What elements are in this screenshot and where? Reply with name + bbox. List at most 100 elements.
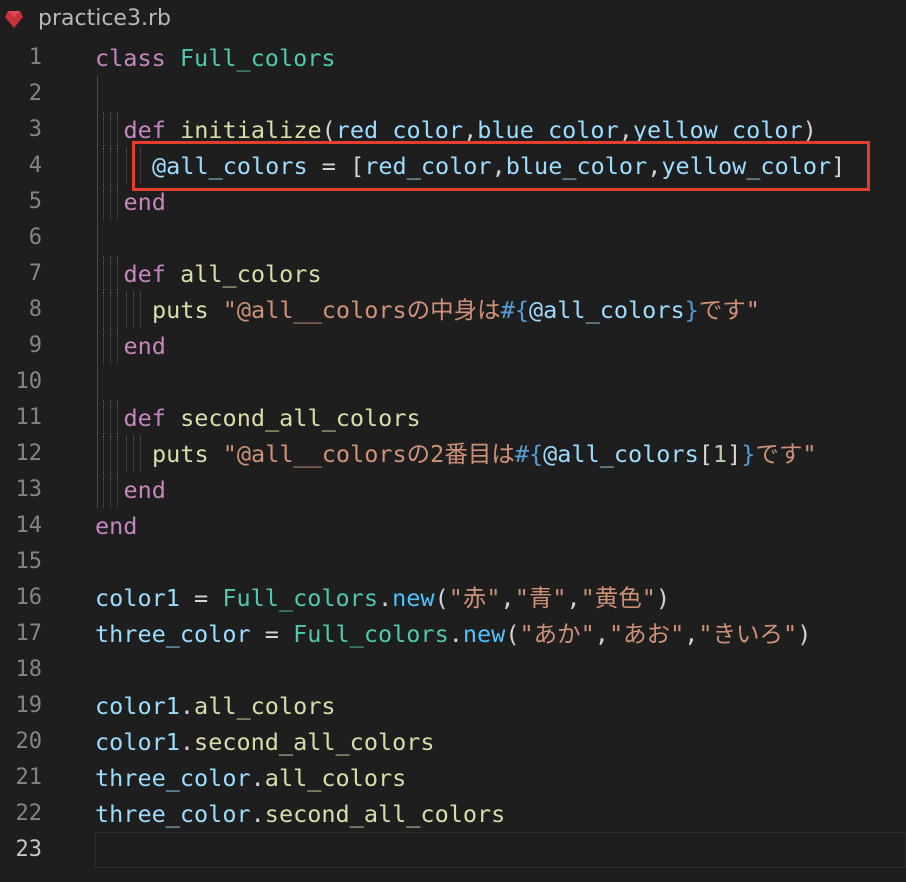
- code-token: ,: [618, 116, 633, 144]
- code-token: #{: [500, 296, 529, 324]
- code-token: Full_colors: [179, 44, 336, 72]
- indent-guide: [97, 256, 98, 292]
- indent-guide: [97, 400, 98, 436]
- code-token: second_all_colors: [194, 728, 435, 756]
- indent-guide: [97, 112, 98, 148]
- code-token: color1: [95, 728, 180, 756]
- indent-guide: [97, 364, 98, 400]
- code-token: @all_colors: [528, 296, 685, 324]
- code-line[interactable]: 17 three_color = Full_colors.new("あか","あお…: [0, 616, 906, 652]
- code-token: 1: [712, 440, 728, 468]
- line-number: 10: [15, 369, 43, 394]
- code-line[interactable]: 2: [0, 76, 906, 112]
- code-token: ,: [594, 620, 609, 648]
- code-token: color1: [95, 692, 180, 720]
- indent-guide: [97, 472, 98, 508]
- code-text: puts "@all__colorsの2番目は#{@all_colors[1]}…: [152, 436, 817, 472]
- code-line[interactable]: 21 three_color.all_colors: [0, 760, 906, 796]
- code-token: second_all_colors: [180, 404, 421, 432]
- code-line[interactable]: 15: [0, 544, 906, 580]
- code-line[interactable]: 7 def all_colors: [0, 256, 906, 292]
- code-token: "赤": [448, 584, 501, 612]
- code-token: ,: [566, 584, 581, 612]
- code-text: color1 = Full_colors.new("赤","青","黄色"): [95, 580, 670, 616]
- code-line[interactable]: 14 end: [0, 508, 906, 544]
- line-number: 14: [15, 513, 43, 538]
- indent-guide: [140, 292, 141, 328]
- line-number: 13: [15, 477, 43, 502]
- code-line[interactable]: 1 class Full_colors: [0, 40, 906, 76]
- code-token: .: [250, 800, 265, 828]
- code-token: @all_colors: [543, 440, 699, 468]
- indent-guide: [110, 184, 111, 220]
- code-token: three_color: [95, 800, 251, 828]
- code-token: red_color: [335, 116, 464, 144]
- code-text: three_color.second_all_colors: [95, 796, 505, 832]
- code-line[interactable]: 10: [0, 364, 906, 400]
- code-token: end: [95, 512, 138, 540]
- code-line[interactable]: 12 puts "@all__colorsの2番目は#{@all_colors[1…: [0, 436, 906, 472]
- code-token: =: [179, 584, 223, 612]
- code-text: end: [124, 328, 166, 364]
- indent-guide: [117, 256, 118, 292]
- indent-guide: [110, 472, 111, 508]
- code-line[interactable]: 8 puts "@all__colorsの中身は#{@all_colors}です": [0, 292, 906, 328]
- code-text: end: [124, 472, 166, 508]
- code-token: second_all_colors: [264, 800, 506, 828]
- highlight-box: [132, 141, 870, 191]
- code-line[interactable]: 20 color1.second_all_colors: [0, 724, 906, 760]
- code-token: ): [802, 116, 817, 144]
- code-token: =: [250, 620, 294, 648]
- code-token: です": [698, 296, 760, 324]
- code-token: ,: [500, 584, 515, 612]
- indent-guide: [117, 148, 118, 184]
- code-text: three_color.all_colors: [95, 760, 406, 796]
- code-token: all_colors: [194, 692, 336, 720]
- line-number: 22: [15, 801, 43, 826]
- code-token: class: [95, 44, 166, 72]
- code-text: end: [95, 508, 137, 544]
- code-line[interactable]: 6: [0, 220, 906, 256]
- code-line[interactable]: 9 end: [0, 328, 906, 364]
- code-token: Full_colors: [222, 584, 378, 612]
- code-token: "あお": [608, 620, 685, 648]
- code-line[interactable]: 23: [0, 832, 906, 868]
- code-token: ): [797, 620, 812, 648]
- code-token: #{: [514, 440, 544, 468]
- code-text: def all_colors: [124, 256, 322, 292]
- code-text: def second_all_colors: [124, 400, 421, 436]
- indent-guide: [103, 328, 104, 364]
- code-token: "@all__colorsの中身は: [222, 296, 501, 324]
- code-token: .: [448, 620, 463, 648]
- code-line[interactable]: 22 three_color.second_all_colors: [0, 796, 906, 832]
- indent-guide: [133, 292, 134, 328]
- line-number: 5: [28, 189, 42, 214]
- indent-guide: [110, 112, 111, 148]
- indent-guide: [97, 292, 98, 328]
- editor-tab[interactable]: practice3.rb: [0, 0, 906, 38]
- indent-guide: [126, 436, 127, 472]
- code-token: です": [755, 440, 817, 468]
- code-token: "黄色": [580, 584, 656, 612]
- code-token: "きいろ": [698, 620, 798, 648]
- line-number: 19: [15, 693, 43, 718]
- line-number: 3: [28, 117, 42, 142]
- line-number: 1: [28, 45, 42, 70]
- code-line[interactable]: 16 color1 = Full_colors.new("赤","青","黄色"): [0, 580, 906, 616]
- code-line[interactable]: 19 color1.all_colors: [0, 688, 906, 724]
- code-line[interactable]: 18: [0, 652, 906, 688]
- line-number: 12: [15, 441, 43, 466]
- indent-guide: [117, 400, 118, 436]
- line-number: 23: [15, 837, 43, 862]
- line-number: 20: [15, 729, 43, 754]
- indent-guide: [117, 328, 118, 364]
- code-token: def: [123, 116, 166, 144]
- indent-guide: [140, 436, 141, 472]
- indent-guide: [103, 148, 104, 184]
- code-line[interactable]: 13 end: [0, 472, 906, 508]
- code-line[interactable]: 11 def second_all_colors: [0, 400, 906, 436]
- indent-guide: [97, 148, 98, 184]
- indent-guide: [97, 328, 98, 364]
